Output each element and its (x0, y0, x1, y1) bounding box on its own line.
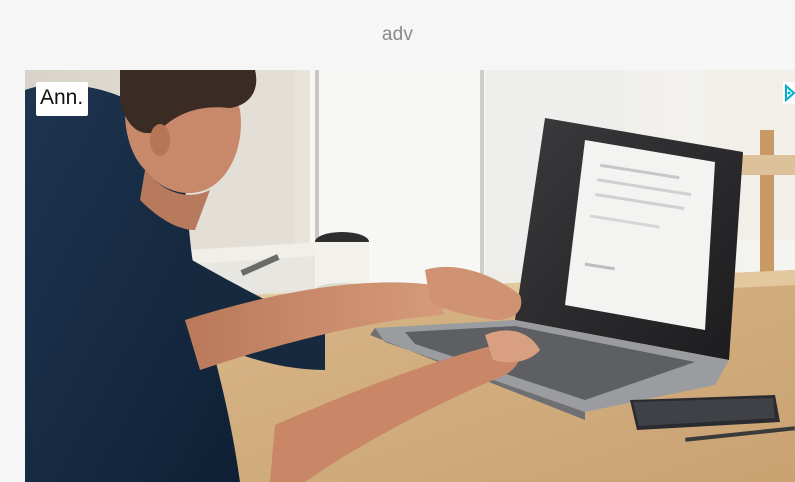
ad-banner-photo (25, 70, 795, 482)
adchoices-icon-glyph (785, 83, 795, 103)
ad-badge: Ann. (36, 82, 89, 116)
adchoices-icon[interactable] (783, 82, 795, 104)
ad-header-label: adv (381, 24, 414, 45)
ad-badge-label: Ann. (40, 86, 84, 109)
ad-banner[interactable]: Ann. (25, 70, 795, 482)
ad-header: adv (0, 0, 795, 70)
